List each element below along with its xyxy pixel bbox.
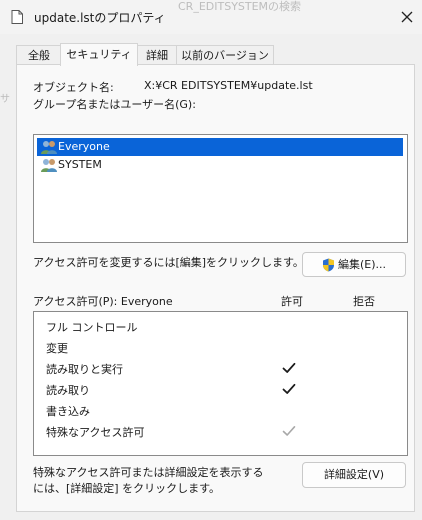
permissions-header: アクセス許可(P): Everyone xyxy=(33,295,173,308)
users-group-icon xyxy=(41,141,57,154)
permission-row: 変更 xyxy=(34,337,407,357)
check-icon xyxy=(282,383,296,394)
background-window-edge-text: サ xyxy=(0,94,10,105)
permission-name: フル コントロール xyxy=(46,321,138,334)
deny-column-header: 拒否 xyxy=(353,295,375,308)
security-panel: オブジェクト名: X:¥CR EDITSYSTEM¥update.lst グルー… xyxy=(16,64,415,512)
permission-row: フル コントロール xyxy=(34,316,407,336)
list-item-everyone[interactable]: Everyone xyxy=(37,138,403,156)
tab-previous-versions[interactable]: 以前のバージョン xyxy=(176,45,274,65)
permission-row: 特殊なアクセス許可 xyxy=(34,421,407,441)
users-group-icon xyxy=(41,159,57,172)
permission-row: 読み取りと実行 xyxy=(34,358,407,378)
permission-name: 変更 xyxy=(46,342,68,355)
title-bar: CR_EDITSYSTEMの検索 update.lstのプロパティ xyxy=(0,0,422,34)
check-icon xyxy=(282,362,296,373)
close-icon[interactable] xyxy=(398,8,416,26)
inherited-check-icon xyxy=(282,426,296,436)
tab-general[interactable]: 全般 xyxy=(16,45,62,65)
advanced-hint-line1: 特殊なアクセス許可または詳細設定を表示する xyxy=(33,466,264,479)
permission-name: 書き込み xyxy=(46,405,90,418)
tab-details[interactable]: 詳細 xyxy=(136,45,178,65)
permission-row: 読み取り xyxy=(34,379,407,399)
allow-column-header: 許可 xyxy=(281,295,303,308)
edit-button-label: 編集(E)... xyxy=(337,258,387,271)
object-name-label: オブジェクト名: xyxy=(33,81,114,94)
permission-name: 読み取り xyxy=(46,384,90,397)
groups-list[interactable]: Everyone SYSTEM xyxy=(33,134,408,243)
background-window-title: CR_EDITSYSTEMの検索 xyxy=(178,0,302,13)
uac-shield-icon xyxy=(322,258,334,272)
advanced-button[interactable]: 詳細設定(V) xyxy=(302,462,406,488)
permissions-list: フル コントロール 変更 読み取りと実行 読み取り 書き込み 特殊なアクセス許可 xyxy=(33,311,408,456)
list-item-label: Everyone xyxy=(58,140,110,153)
edit-button[interactable]: 編集(E)... xyxy=(302,252,406,277)
tab-security[interactable]: セキュリティ xyxy=(60,43,138,66)
file-icon xyxy=(11,10,23,24)
permission-row: 書き込み xyxy=(34,400,407,420)
permission-name: 特殊なアクセス許可 xyxy=(46,426,145,439)
change-permissions-hint: アクセス許可を変更するには[編集]をクリックします。 xyxy=(33,256,304,269)
list-item-system[interactable]: SYSTEM xyxy=(37,156,403,174)
permission-name: 読み取りと実行 xyxy=(46,363,123,376)
object-name-value: X:¥CR EDITSYSTEM¥update.lst xyxy=(144,79,313,92)
window-title: update.lstのプロパティ xyxy=(34,11,166,25)
list-item-label: SYSTEM xyxy=(58,158,102,171)
advanced-hint-line2: には、[詳細設定] をクリックします。 xyxy=(33,482,220,495)
groups-label: グループ名またはユーザー名(G): xyxy=(33,98,196,111)
